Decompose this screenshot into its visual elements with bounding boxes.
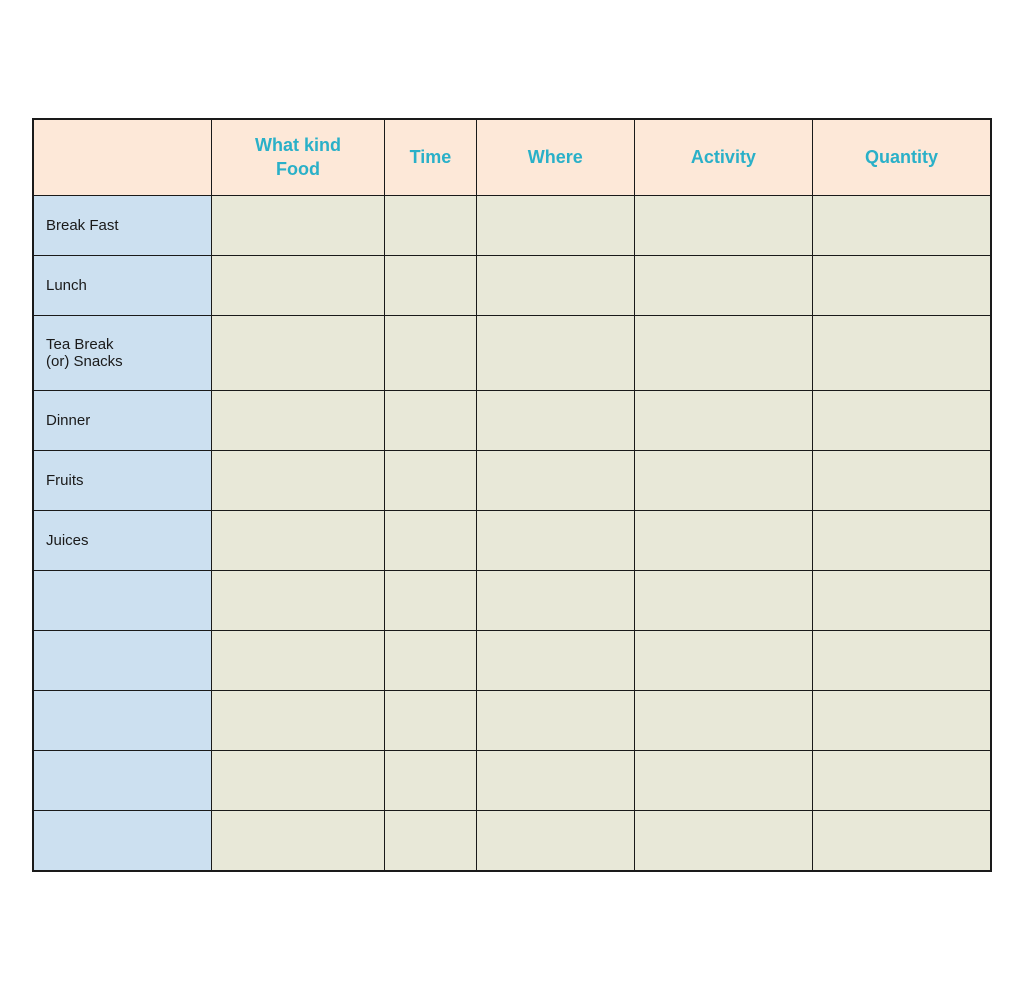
data-cell[interactable] xyxy=(634,196,812,256)
data-cell[interactable] xyxy=(813,256,991,316)
data-cell[interactable] xyxy=(634,511,812,571)
data-cell[interactable] xyxy=(813,316,991,391)
data-cell[interactable] xyxy=(385,451,477,511)
data-cell[interactable] xyxy=(211,391,384,451)
data-cell[interactable] xyxy=(476,751,634,811)
data-cell[interactable] xyxy=(385,316,477,391)
data-cell[interactable] xyxy=(634,571,812,631)
data-cell[interactable] xyxy=(476,571,634,631)
data-cell[interactable] xyxy=(813,751,991,811)
table-row xyxy=(33,691,991,751)
table-row xyxy=(33,631,991,691)
row-label-empty[interactable] xyxy=(33,751,211,811)
data-cell[interactable] xyxy=(476,691,634,751)
header-where: Where xyxy=(476,119,634,195)
header-activity: Activity xyxy=(634,119,812,195)
data-cell[interactable] xyxy=(476,196,634,256)
data-cell[interactable] xyxy=(476,511,634,571)
data-cell[interactable] xyxy=(385,571,477,631)
data-cell[interactable] xyxy=(211,316,384,391)
data-cell[interactable] xyxy=(634,631,812,691)
data-cell[interactable] xyxy=(634,811,812,871)
header-quantity: Quantity xyxy=(813,119,991,195)
header-time: Time xyxy=(385,119,477,195)
data-cell[interactable] xyxy=(385,256,477,316)
table-row: Fruits xyxy=(33,451,991,511)
data-cell[interactable] xyxy=(211,451,384,511)
data-cell[interactable] xyxy=(813,571,991,631)
data-cell[interactable] xyxy=(385,631,477,691)
data-cell[interactable] xyxy=(476,391,634,451)
row-label-lunch: Lunch xyxy=(33,256,211,316)
data-cell[interactable] xyxy=(634,751,812,811)
data-cell[interactable] xyxy=(813,631,991,691)
data-cell[interactable] xyxy=(385,196,477,256)
data-cell[interactable] xyxy=(211,256,384,316)
table-container: What kind Food Time Where Activity Quant… xyxy=(2,88,1022,901)
data-cell[interactable] xyxy=(813,691,991,751)
data-cell[interactable] xyxy=(476,811,634,871)
data-cell[interactable] xyxy=(634,691,812,751)
data-cell[interactable] xyxy=(813,196,991,256)
header-row: What kind Food Time Where Activity Quant… xyxy=(33,119,991,195)
data-cell[interactable] xyxy=(211,196,384,256)
data-cell[interactable] xyxy=(385,691,477,751)
data-cell[interactable] xyxy=(634,316,812,391)
row-label-empty[interactable] xyxy=(33,631,211,691)
data-cell[interactable] xyxy=(813,391,991,451)
table-row xyxy=(33,811,991,871)
row-label-juices: Juices xyxy=(33,511,211,571)
row-label-empty[interactable] xyxy=(33,691,211,751)
data-cell[interactable] xyxy=(813,811,991,871)
data-cell[interactable] xyxy=(634,391,812,451)
data-cell[interactable] xyxy=(476,631,634,691)
data-cell[interactable] xyxy=(211,811,384,871)
table-row xyxy=(33,751,991,811)
table-row: Tea Break(or) Snacks xyxy=(33,316,991,391)
data-cell[interactable] xyxy=(385,511,477,571)
data-cell[interactable] xyxy=(385,811,477,871)
data-cell[interactable] xyxy=(476,256,634,316)
header-what-kind-food: What kind Food xyxy=(211,119,384,195)
table-row xyxy=(33,571,991,631)
row-label-fruits: Fruits xyxy=(33,451,211,511)
food-tracker-table: What kind Food Time Where Activity Quant… xyxy=(32,118,992,871)
table-row: Break Fast xyxy=(33,196,991,256)
data-cell[interactable] xyxy=(211,511,384,571)
data-cell[interactable] xyxy=(211,751,384,811)
header-empty xyxy=(33,119,211,195)
row-label-dinner: Dinner xyxy=(33,391,211,451)
row-label-empty[interactable] xyxy=(33,811,211,871)
data-cell[interactable] xyxy=(813,511,991,571)
data-cell[interactable] xyxy=(385,751,477,811)
data-cell[interactable] xyxy=(634,451,812,511)
row-label-tea-break: Tea Break(or) Snacks xyxy=(33,316,211,391)
data-cell[interactable] xyxy=(211,571,384,631)
table-row: Lunch xyxy=(33,256,991,316)
data-cell[interactable] xyxy=(211,631,384,691)
row-label-breakfast: Break Fast xyxy=(33,196,211,256)
data-cell[interactable] xyxy=(476,316,634,391)
data-cell[interactable] xyxy=(813,451,991,511)
table-row: Juices xyxy=(33,511,991,571)
row-label-empty[interactable] xyxy=(33,571,211,631)
data-cell[interactable] xyxy=(211,691,384,751)
table-row: Dinner xyxy=(33,391,991,451)
data-cell[interactable] xyxy=(385,391,477,451)
data-cell[interactable] xyxy=(634,256,812,316)
data-cell[interactable] xyxy=(476,451,634,511)
